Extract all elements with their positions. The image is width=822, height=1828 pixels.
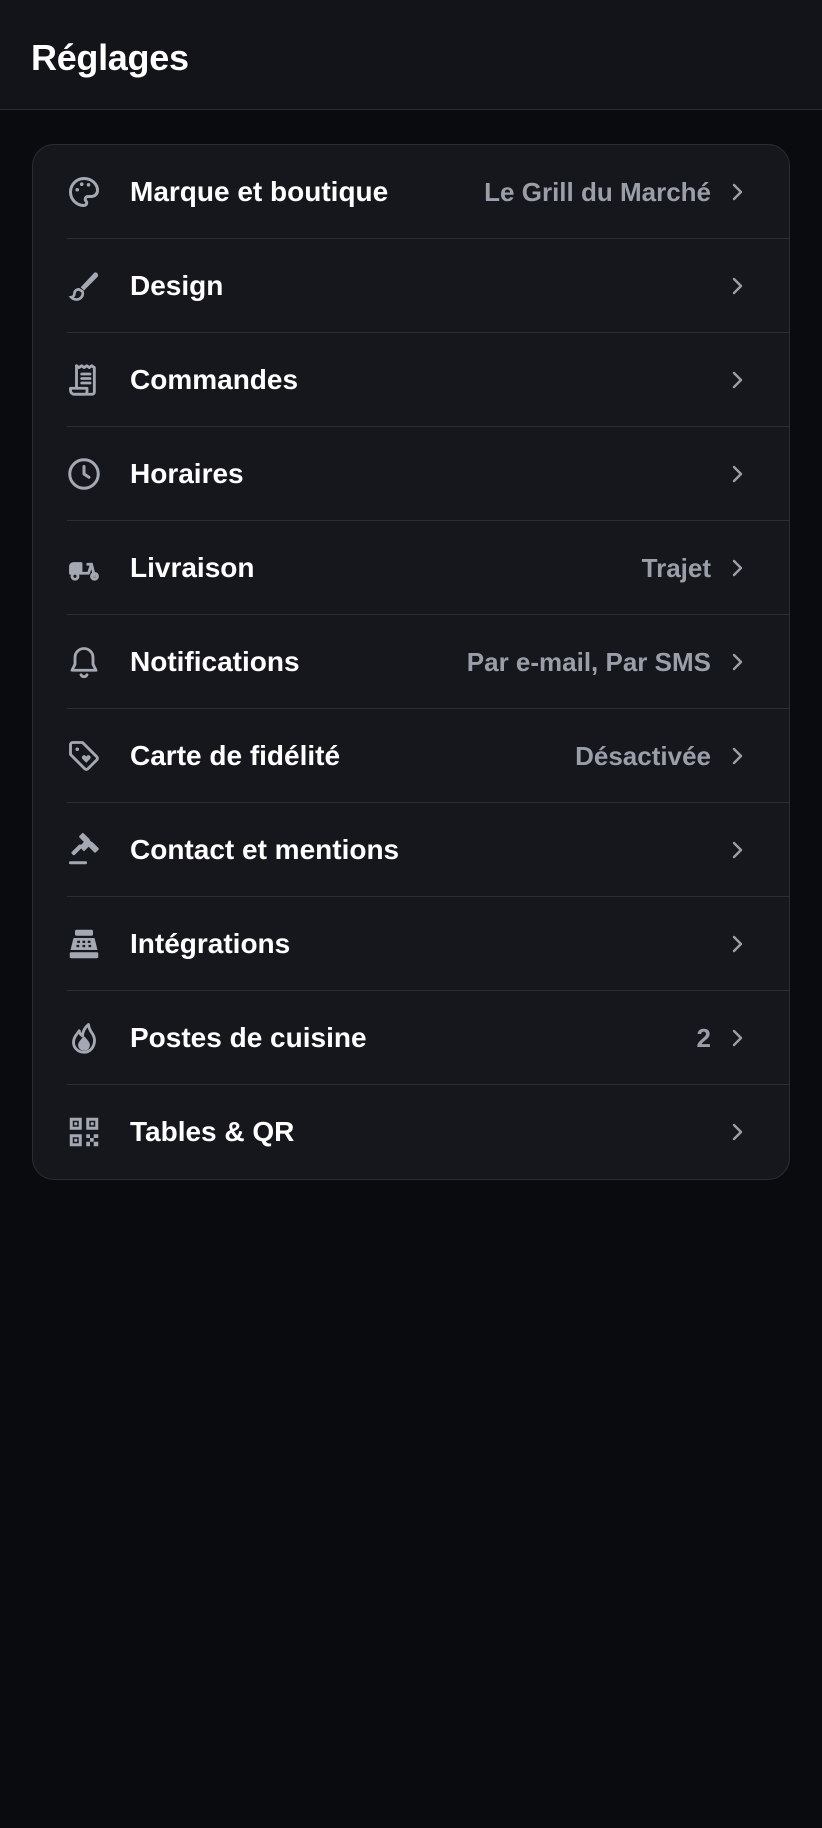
settings-item-value: Trajet — [641, 553, 711, 583]
settings-item-label: Horaires — [130, 458, 244, 489]
settings-item-label: Carte de fidélité — [130, 740, 341, 771]
brush-icon — [66, 268, 102, 304]
gavel-icon — [66, 832, 102, 868]
qr-code-icon — [66, 1114, 102, 1150]
settings-item-carte-de-fidelite[interactable]: Carte de fidélité Désactivée — [33, 709, 789, 803]
chevron-right-icon — [732, 747, 743, 765]
settings-item-contact-et-mentions[interactable]: Contact et mentions — [33, 803, 789, 897]
settings-item-label: Design — [130, 270, 224, 301]
settings-item-postes-de-cuisine[interactable]: Postes de cuisine 2 — [33, 991, 789, 1085]
tag-heart-icon — [66, 738, 102, 774]
settings-item-design[interactable]: Design — [33, 239, 789, 333]
settings-item-value: Par e-mail, Par SMS — [466, 647, 711, 677]
chevron-right-icon — [732, 841, 743, 859]
receipt-icon — [66, 362, 102, 398]
chevron-right-icon — [732, 935, 743, 953]
cash-register-icon — [66, 926, 102, 962]
clock-icon — [66, 456, 102, 492]
settings-item-label: Tables & QR — [130, 1116, 295, 1147]
flame-icon — [66, 1020, 102, 1056]
settings-item-label: Commandes — [130, 364, 299, 395]
settings-item-label: Livraison — [130, 552, 255, 583]
settings-item-label: Marque et boutique — [130, 176, 389, 207]
settings-item-value: 2 — [696, 1023, 711, 1053]
chevron-right-icon — [732, 183, 743, 201]
settings-item-label: Contact et mentions — [130, 834, 400, 865]
bell-icon — [66, 644, 102, 680]
chevron-right-icon — [732, 653, 743, 671]
chevron-right-icon — [732, 559, 743, 577]
chevron-right-icon — [732, 277, 743, 295]
page-title: Réglages — [31, 37, 189, 78]
settings-item-horaires[interactable]: Horaires — [33, 427, 789, 521]
settings-item-tables-et-qr[interactable]: Tables & QR — [33, 1085, 789, 1179]
settings-item-notifications[interactable]: Notifications Par e-mail, Par SMS — [33, 615, 789, 709]
scooter-icon — [66, 550, 102, 586]
palette-icon — [66, 174, 102, 210]
settings-item-integrations[interactable]: Intégrations — [33, 897, 789, 991]
chevron-right-icon — [732, 1029, 743, 1047]
settings-item-label: Notifications — [130, 646, 300, 677]
settings-item-value: Désactivée — [575, 741, 711, 771]
chevron-right-icon — [732, 1123, 743, 1141]
settings-item-label: Postes de cuisine — [130, 1022, 367, 1053]
settings-item-livraison[interactable]: Livraison Trajet — [33, 521, 789, 615]
settings-item-marque-et-boutique[interactable]: Marque et boutique Le Grill du Marché — [33, 145, 789, 239]
chevron-right-icon — [732, 371, 743, 389]
chevron-right-icon — [732, 465, 743, 483]
settings-item-commandes[interactable]: Commandes — [33, 333, 789, 427]
settings-list: Marque et boutique Le Grill du Marché De… — [32, 144, 790, 1180]
app-header: Réglages — [0, 0, 822, 110]
settings-item-value: Le Grill du Marché — [484, 177, 711, 207]
settings-item-label: Intégrations — [130, 928, 291, 959]
